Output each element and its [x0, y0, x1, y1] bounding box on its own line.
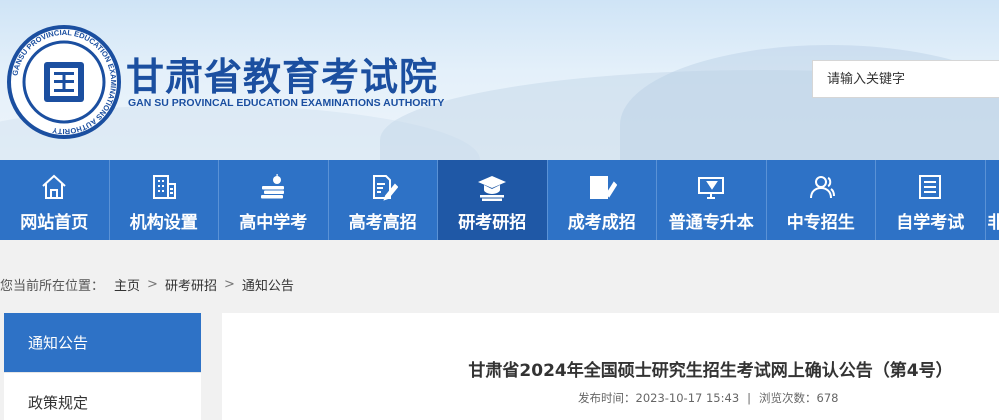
nav-item-label: 高中学考 — [239, 213, 308, 233]
main-nav: 网站首页 机构设置 高中学考 高考高招 研考研招 成考成招 普通专升本 中专招生… — [0, 160, 999, 240]
nav-item-graduate-exam[interactable]: 研考研招 — [438, 160, 548, 240]
site-subtitle: GAN SU PROVINCAL EDUCATION EXAMINATIONS … — [128, 97, 445, 109]
breadcrumb-prefix: 您当前所在位置： — [0, 278, 105, 294]
nav-item-label: 网站首页 — [20, 213, 89, 233]
nav-item-label: 中专招生 — [786, 213, 855, 233]
nav-item-label: 普通专升本 — [668, 213, 754, 233]
views-count: 678 — [816, 391, 839, 405]
nav-item-label: 高考高招 — [348, 213, 417, 233]
breadcrumb-link-graduate-exam[interactable]: 研考研招 — [165, 275, 217, 294]
pen-paper-icon — [372, 175, 398, 201]
site-header: GANSU PROVINCIAL EDUCATION EXAMINATIONS … — [0, 0, 999, 160]
article-panel: 甘肃省2024年全国硕士研究生招生考试网上确认公告（第4号） 发布时间：2023… — [222, 313, 999, 420]
sidebar-item-notices[interactable]: 通知公告 — [4, 313, 201, 373]
nav-item-self-study-exam[interactable]: 自学考试 — [876, 160, 986, 240]
breadcrumb: 您当前所在位置： 主页 > 研考研招 > 通知公告 — [0, 274, 294, 294]
document-list-icon — [919, 175, 942, 199]
nav-item-label: 非 — [987, 213, 999, 233]
users-icon — [809, 176, 835, 199]
breadcrumb-link-home[interactable]: 主页 — [114, 275, 140, 294]
breadcrumb-separator: > — [147, 276, 158, 292]
nav-item-label: 自学考试 — [896, 213, 965, 233]
nav-item-label: 成考成招 — [567, 213, 636, 233]
nav-item-more[interactable]: 非 — [986, 160, 999, 240]
nav-item-organization[interactable]: 机构设置 — [110, 160, 219, 240]
computer-icon — [698, 177, 725, 199]
article-title: 甘肃省2024年全国硕士研究生招生考试网上确认公告（第4号） — [468, 361, 953, 381]
publish-time: 2023-10-17 15:43 — [635, 391, 740, 405]
publish-time-label: 发布时间： — [578, 391, 636, 405]
site-title[interactable]: 甘肃省教育考试院 — [126, 46, 438, 101]
sidebar: 通知公告 政策规定 — [4, 313, 201, 420]
nav-item-highschool-exam[interactable]: 高中学考 — [219, 160, 329, 240]
books-apple-icon — [261, 174, 285, 199]
graduation-cap-icon — [478, 176, 507, 201]
nav-item-adult-exam[interactable]: 成考成招 — [548, 160, 657, 240]
sidebar-item-policies[interactable]: 政策规定 — [4, 373, 201, 420]
nav-item-home[interactable]: 网站首页 — [0, 160, 110, 240]
breadcrumb-separator: > — [223, 276, 235, 292]
search-input[interactable] — [813, 61, 999, 97]
book-pen-icon — [589, 176, 617, 199]
site-logo-emblem[interactable]: GANSU PROVINCIAL EDUCATION EXAMINATIONS … — [6, 24, 122, 140]
views-label: 浏览次数： — [759, 391, 817, 405]
building-icon — [152, 175, 176, 199]
nav-item-college-entrance[interactable]: 高考高招 — [329, 160, 438, 240]
nav-item-secondary-vocational[interactable]: 中专招生 — [767, 160, 876, 240]
search-box[interactable] — [812, 60, 999, 98]
home-icon — [42, 174, 66, 199]
nav-item-upgrade-exam[interactable]: 普通专升本 — [657, 160, 767, 240]
article-meta: 发布时间：2023-10-17 15:43 | 浏览次数：678 — [578, 390, 838, 406]
breadcrumb-link-notices[interactable]: 通知公告 — [242, 275, 294, 294]
nav-item-label: 研考研招 — [458, 213, 527, 233]
nav-item-label: 机构设置 — [129, 213, 198, 233]
meta-divider: | — [747, 391, 752, 405]
